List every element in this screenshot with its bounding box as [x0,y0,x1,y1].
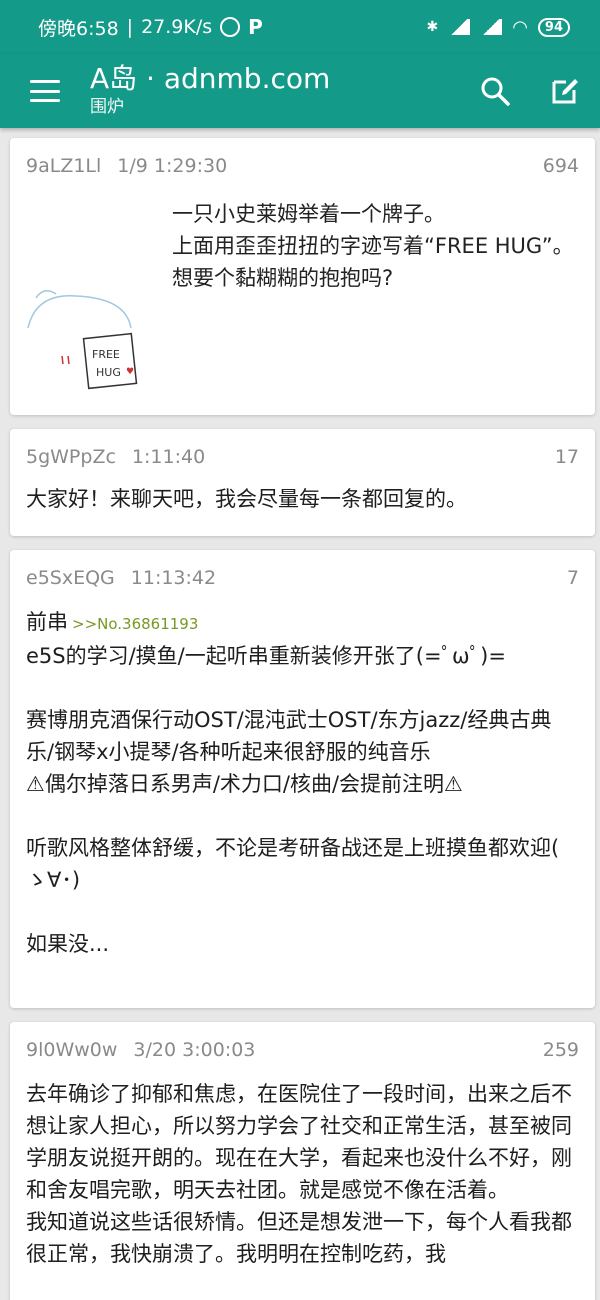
sign-text-line1: FREE [92,348,120,361]
post-line [26,672,579,704]
heart-icon: ♥ [126,367,134,377]
post-uid: 9l0Ww0w [26,1039,118,1061]
reply-count: 259 [542,1039,579,1061]
post-line: 我知道说这些话很矫情。但还是想发泄一下，每个人看我都很正常，我快崩溃了。我明明在… [26,1210,572,1266]
sign-text-line2: HUG [96,366,121,379]
post-uid: 9aLZ1Ll [26,155,102,177]
post-time: 11:13:42 [130,567,217,589]
post-line: ⚠偶尔掉落日系男声/术力口/核曲/会提前注明⚠ [26,772,463,796]
post-line: 去年确诊了抑郁和焦虑，在医院住了一段时间，出来之后不想让家人担心，所以努力学会了… [26,1082,572,1202]
search-icon [481,77,510,106]
post-line: e5S的学习/摸鱼/一起听串重新装修开张了(=ﾟωﾟ)= [26,644,506,668]
post-time: 1:11:40 [131,446,206,468]
post-line: 如果没... [26,932,110,956]
reply-count: 7 [566,567,579,589]
post-time: 1/9 1:29:30 [117,155,228,177]
hamburger-icon [30,80,60,102]
edit-icon [552,79,578,104]
menu-button[interactable] [0,54,90,128]
board-subtitle[interactable]: 围炉 [90,95,460,119]
post-line [26,800,579,832]
quote-link[interactable]: >>No.36861193 [72,615,198,633]
compose-button[interactable] [530,54,600,128]
signal-icon [448,19,471,35]
post-line: 上面用歪歪扭扭的字迹写着“FREE HUG”。 [172,234,574,258]
slime-sign-drawing: FREE HUG ♥ [27,290,138,390]
thread-list: 9aLZ1Ll 1/9 1:29:30 694 FREE HUG ♥ 一只小史莱… [10,138,595,1300]
app-bar: A岛 · adnmb.com 围炉 [0,54,600,128]
thread-card[interactable]: 9l0Ww0w 3/20 3:00:03 259 去年确诊了抑郁和焦虑，在医院住… [10,1022,595,1300]
reply-count: 694 [542,155,579,177]
post-line: 赛博朋克酒保行动OST/混沌武士OST/东方jazz/经典古典乐/钢琴x小提琴/… [26,708,552,764]
thread-thumbnail[interactable]: FREE HUG ♥ [26,198,146,398]
post-uid: e5SxEQG [26,567,115,589]
network-speed: 27.9K/s [141,16,213,38]
quote-prefix: 前串 [26,610,68,634]
thread-card[interactable]: 5gWPpZc 1:11:40 17 大家好！来聊天吧，我会尽量每一条都回复的。 [10,429,595,536]
notification-p-icon: P [248,15,263,39]
post-line [26,896,579,928]
post-line: 一只小史莱姆举着一个牌子。 [172,202,445,226]
alarm-icon [220,17,241,37]
post-line: 想要个黏糊糊的抱抱吗? [172,266,394,290]
post-time: 3/20 3:00:03 [133,1039,256,1061]
post-line: 大家好！来聊天吧，我会尽量每一条都回复的。 [26,487,467,511]
search-button[interactable] [460,54,530,128]
battery-level: 94 [544,19,563,35]
bluetooth-icon: ✱ [426,19,439,35]
post-uid: 5gWPpZc [26,446,116,468]
status-time: 傍晚6:58 [38,17,119,40]
battery-icon: 94 [537,17,570,37]
wifi-icon: ◠ [512,16,528,38]
post-line: 听歌风格整体舒缓，不论是考研备战还是上班摸鱼都欢迎( ゝ∀･) [26,836,560,892]
thread-card[interactable]: e5SxEQG 11:13:42 7 前串 >>No.36861193 e5S的学… [10,550,595,1008]
reply-count: 17 [554,446,579,468]
app-title: A岛 · adnmb.com [90,62,331,95]
signal-icon-2 [480,19,503,35]
thread-card[interactable]: 9aLZ1Ll 1/9 1:29:30 694 FREE HUG ♥ 一只小史莱… [10,138,595,415]
status-bar: 傍晚6:58 | 27.9K/s P ✱ ◠ 94 [0,0,600,54]
